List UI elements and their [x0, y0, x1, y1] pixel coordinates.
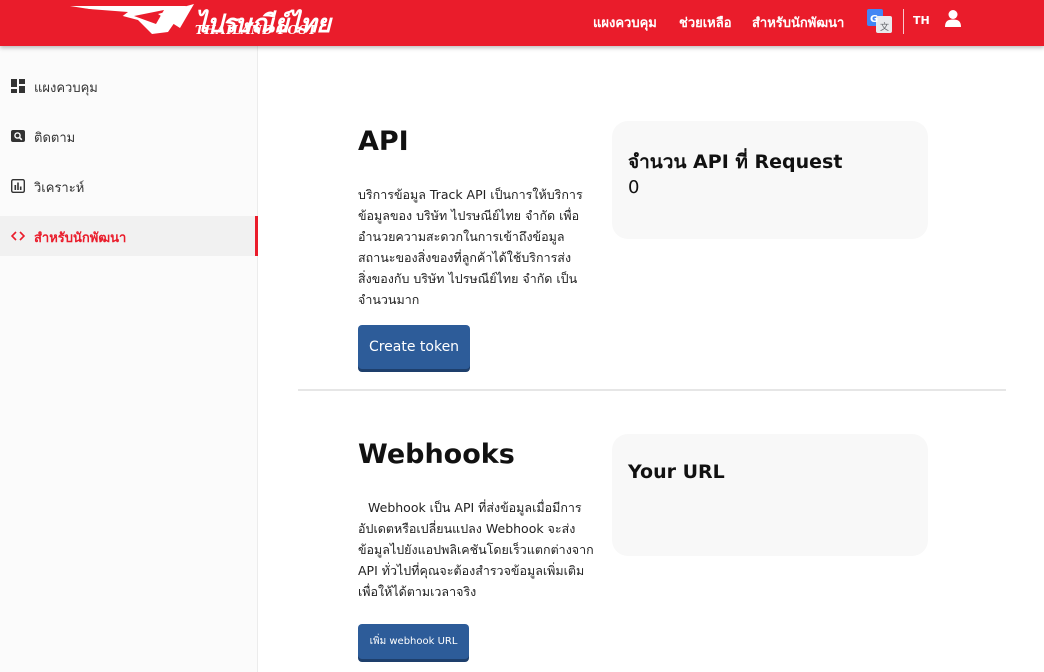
webhooks-description: Webhook เป็น API ที่ส่งข้อมูลเมื่อมีการอ…: [358, 500, 594, 599]
user-icon[interactable]: [944, 9, 962, 29]
sidebar-item-track[interactable]: ติดตาม: [0, 116, 258, 156]
api-request-count: 0: [628, 177, 640, 198]
nav-developers[interactable]: สำหรับนักพัฒนา: [752, 12, 844, 33]
nav-help[interactable]: ช่วยเหลือ: [679, 12, 732, 33]
sidebar-item-analytics[interactable]: วิเคราะห์: [0, 166, 258, 206]
google-translate-icon[interactable]: G 文: [867, 9, 892, 34]
create-token-button[interactable]: Create token: [358, 325, 470, 369]
eagle-emblem-icon: [70, 4, 194, 34]
nav-dashboard[interactable]: แผงควบคุม: [593, 12, 657, 33]
sidebar-item-label: สำหรับนักพัฒนา: [34, 231, 127, 246]
api-description: บริการข้อมูล Track API เป็นการให้บริการข…: [358, 187, 583, 307]
sidebar-item-dashboard[interactable]: แผงควบคุม: [0, 66, 258, 106]
language-switch[interactable]: TH: [913, 14, 930, 27]
dashboard-icon: [11, 79, 25, 93]
logo-wordmark-en: THAILAND POST: [195, 23, 318, 37]
svg-text:G: G: [870, 14, 878, 25]
sidebar: แผงควบคุม ติดตาม วิเคราะห์ สำหรับนักพัฒน…: [0, 46, 258, 672]
api-title: API: [358, 126, 409, 157]
card-title: จำนวน API ที่ Request: [628, 151, 843, 173]
sidebar-item-label: แผงควบคุม: [34, 81, 98, 96]
search-track-icon: [11, 130, 25, 142]
thailand-post-logo[interactable]: ไปรษณีย์ไทย THAILAND POST: [68, 2, 331, 38]
api-request-count-card: จำนวน API ที่ Request 0: [612, 121, 928, 239]
sidebar-item-label: ติดตาม: [34, 131, 76, 146]
your-url-card: Your URL: [612, 434, 928, 556]
section-divider: [298, 389, 1006, 391]
sidebar-item-label: วิเคราะห์: [34, 181, 85, 196]
header-divider: [903, 9, 904, 34]
code-icon: [11, 231, 25, 241]
card-title: Your URL: [628, 461, 725, 483]
top-navbar: ไปรษณีย์ไทย THAILAND POST แผงควบคุม ช่วย…: [0, 0, 1044, 46]
add-webhook-url-button[interactable]: เพิ่ม webhook URL: [358, 624, 469, 659]
webhooks-title: Webhooks: [358, 439, 515, 470]
bar-chart-icon: [11, 179, 25, 193]
sidebar-item-developers[interactable]: สำหรับนักพัฒนา: [0, 216, 258, 256]
svg-text:文: 文: [880, 21, 889, 33]
